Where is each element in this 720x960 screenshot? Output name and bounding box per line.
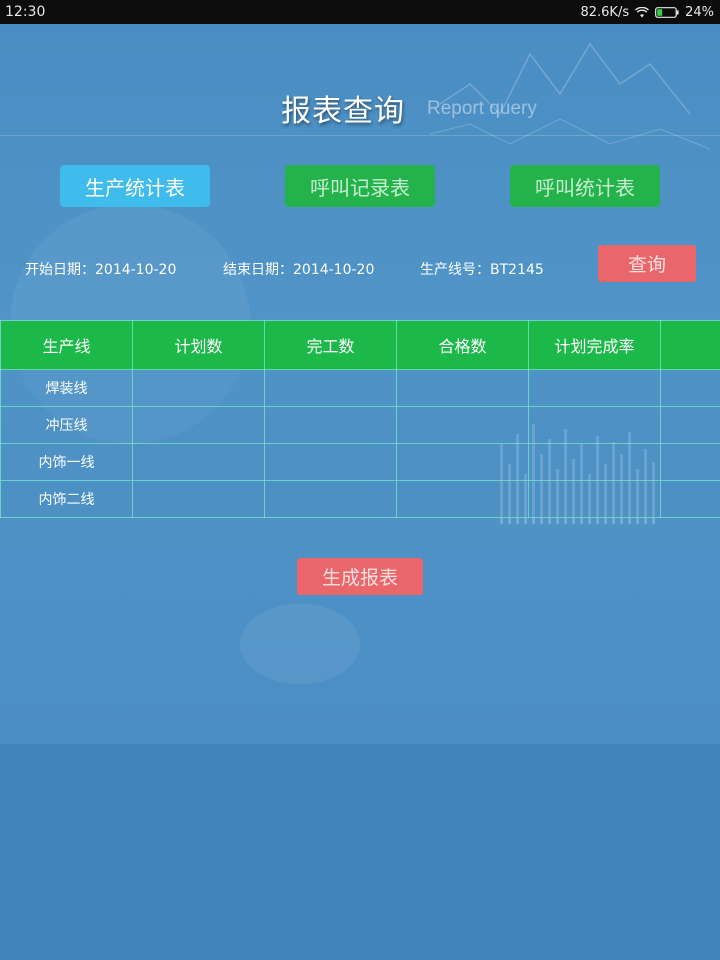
table-cell [660, 406, 720, 444]
table-cell: 焊装线 [0, 369, 133, 407]
battery-level: 24% [685, 4, 714, 20]
table-cell [528, 443, 661, 481]
battery-icon [655, 6, 679, 18]
column-header-completed: 完工数 [264, 320, 397, 370]
table-cell [264, 443, 397, 481]
tab-call-stats[interactable]: 呼叫统计表 [510, 165, 660, 207]
table-cell [660, 443, 720, 481]
table-header-row: 生产线 计划数 完工数 合格数 计划完成率 [0, 320, 720, 370]
table-cell [264, 369, 397, 407]
table-cell [528, 406, 661, 444]
table-cell [660, 369, 720, 407]
table-cell [264, 480, 397, 518]
column-header-planned: 计划数 [132, 320, 265, 370]
table-cell [132, 480, 265, 518]
report-table: 生产线 计划数 完工数 合格数 计划完成率 焊装线 冲压线 内饰一线 内饰二线 [0, 320, 720, 518]
status-indicators: 82.6K/s 24% [580, 5, 714, 20]
table-cell [396, 369, 529, 407]
net-speed: 82.6K/s [580, 4, 630, 20]
status-time: 12:30 [5, 4, 46, 20]
table-row[interactable]: 焊装线 [0, 369, 720, 407]
generate-report-button[interactable]: 生成报表 [297, 558, 423, 595]
page-subtitle: Report query [427, 98, 537, 119]
status-bar: 12:30 82.6K/s 24% [0, 0, 720, 24]
table-row[interactable]: 冲压线 [0, 406, 720, 444]
table-cell [528, 480, 661, 518]
table-cell: 内饰二线 [0, 480, 133, 518]
table-cell [132, 406, 265, 444]
query-button[interactable]: 查询 [598, 245, 696, 282]
table-cell: 内饰一线 [0, 443, 133, 481]
tab-call-records[interactable]: 呼叫记录表 [285, 165, 435, 207]
table-row[interactable]: 内饰一线 [0, 443, 720, 481]
start-date-field[interactable]: 开始日期：2014-10-20 [25, 259, 176, 279]
tab-production-stats[interactable]: 生产统计表 [60, 165, 210, 207]
page-header: 报表查询 Report query [0, 24, 720, 136]
table-cell [264, 406, 397, 444]
page-title: 报表查询 [281, 94, 405, 129]
table-row[interactable]: 内饰二线 [0, 480, 720, 518]
table-cell [132, 443, 265, 481]
end-date-field[interactable]: 结束日期：2014-10-20 [223, 259, 374, 279]
table-cell [528, 369, 661, 407]
column-header-extra [660, 320, 720, 370]
column-header-completion-rate: 计划完成率 [528, 320, 661, 370]
wifi-icon [635, 6, 650, 17]
table-cell [660, 480, 720, 518]
table-cell [132, 369, 265, 407]
table-cell [396, 480, 529, 518]
line-number-field[interactable]: 生产线号：BT2145 [420, 259, 544, 279]
table-cell [396, 406, 529, 444]
column-header-qualified: 合格数 [396, 320, 529, 370]
table-cell [396, 443, 529, 481]
column-header-line: 生产线 [0, 320, 133, 370]
table-cell: 冲压线 [0, 406, 133, 444]
